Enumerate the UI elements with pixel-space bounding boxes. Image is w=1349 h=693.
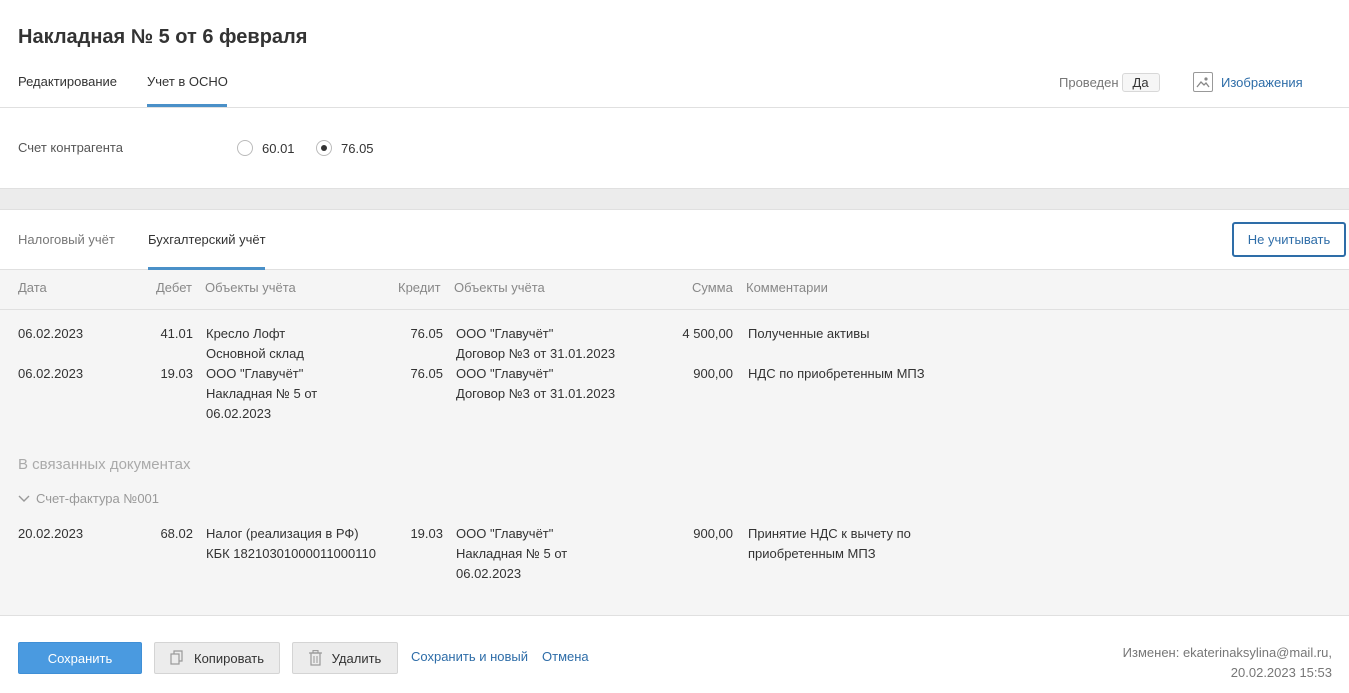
section-divider bbox=[0, 188, 1349, 210]
column-header-debit-objects: Объекты учёта bbox=[205, 280, 296, 295]
column-header-comments: Комментарии bbox=[746, 280, 828, 295]
cell-debit: 41.01 bbox=[160, 326, 193, 341]
cell-comment: НДС по приобретенным МПЗ bbox=[748, 366, 925, 381]
cell-credit-object: Договор №3 от 31.01.2023 bbox=[456, 346, 616, 361]
cell-credit: 76.05 bbox=[410, 326, 443, 341]
modified-date: 20.02.2023 15:53 bbox=[1230, 665, 1332, 680]
image-icon bbox=[1193, 72, 1213, 92]
cell-comment: Принятие НДС к вычету по bbox=[748, 526, 911, 541]
ignore-button[interactable]: Не учитывать bbox=[1232, 222, 1346, 257]
cell-credit-object: 06.02.2023 bbox=[456, 566, 522, 581]
invoice-group-toggle[interactable]: Счет-фактура №001 bbox=[18, 491, 159, 506]
column-header-credit: Кредит bbox=[398, 280, 441, 295]
radio-label: 60.01 bbox=[262, 140, 295, 156]
modified-info: Изменен: ekaterinaksylina@mail.ru, 20.02… bbox=[1123, 643, 1332, 683]
cell-sum: 900,00 bbox=[693, 526, 733, 541]
copy-button[interactable]: Копировать bbox=[154, 642, 280, 674]
cell-sum: 4 500,00 bbox=[682, 326, 733, 341]
entries-table: Дата Дебет Объекты учёта Кредит Объекты … bbox=[0, 270, 1349, 616]
cell-credit: 76.05 bbox=[410, 366, 443, 381]
column-header-date: Дата bbox=[18, 280, 47, 295]
cell-credit: 19.03 bbox=[410, 526, 443, 541]
modified-by: Изменен: ekaterinaksylina@mail.ru, bbox=[1122, 645, 1332, 660]
posted-toggle[interactable]: Да bbox=[1121, 73, 1160, 92]
page-title: Накладная № 5 от 6 февраля bbox=[18, 26, 308, 48]
cell-debit-object: КБК 18210301000011000110 bbox=[206, 546, 376, 561]
account-radio-60-01[interactable]: 60.01 bbox=[237, 140, 295, 156]
tab-osno-accounting[interactable]: Учет в ОСНО bbox=[147, 74, 228, 89]
cell-sum: 900,00 bbox=[693, 366, 733, 381]
counterparty-account-row: Счет контрагента 60.01 76.05 bbox=[0, 108, 1349, 188]
cell-debit-object: Налог (реализация в РФ) bbox=[206, 526, 359, 541]
tab-editing[interactable]: Редактирование bbox=[18, 74, 117, 89]
cell-comment: приобретенным МПЗ bbox=[748, 546, 876, 561]
cell-date: 06.02.2023 bbox=[18, 326, 84, 341]
chevron-down-icon bbox=[18, 495, 30, 502]
tab-bookkeeping[interactable]: Бухгалтерский учёт bbox=[148, 232, 266, 247]
cell-credit-object: ООО "Главучёт" bbox=[456, 366, 554, 381]
cancel-link[interactable]: Отмена bbox=[542, 649, 589, 664]
posted-status: Проведен Да bbox=[1059, 73, 1160, 92]
accounting-subtabs: Налоговый учёт Бухгалтерский учёт Не учи… bbox=[0, 210, 1349, 270]
invoice-label: Счет-фактура №001 bbox=[36, 491, 160, 506]
cell-credit-object: ООО "Главучёт" bbox=[456, 326, 554, 341]
delete-button[interactable]: Удалить bbox=[292, 642, 398, 674]
images-link[interactable]: Изображения bbox=[1193, 72, 1303, 92]
delete-label: Удалить bbox=[331, 650, 382, 666]
column-header-credit-objects: Объекты учёта bbox=[454, 280, 545, 295]
cell-date: 06.02.2023 bbox=[18, 366, 84, 381]
cell-credit-object: Договор №3 от 31.01.2023 bbox=[456, 386, 616, 401]
cell-debit: 68.02 bbox=[160, 526, 193, 541]
active-tab-indicator bbox=[147, 104, 227, 107]
column-header-sum: Сумма bbox=[692, 280, 733, 295]
copy-icon bbox=[170, 650, 183, 665]
cell-debit-object: Кресло Лофт bbox=[206, 326, 286, 341]
counterparty-account-label: Счет контрагента bbox=[18, 140, 123, 155]
footer-actions: Сохранить Копировать Удалить Сохранить и… bbox=[0, 617, 1349, 693]
cell-credit-object: ООО "Главучёт" bbox=[456, 526, 554, 541]
save-button[interactable]: Сохранить bbox=[18, 642, 142, 674]
cell-debit-object: ООО "Главучёт" bbox=[206, 366, 304, 381]
posted-label: Проведен bbox=[1059, 75, 1119, 90]
cell-debit-object: Основной склад bbox=[206, 346, 304, 361]
cell-debit: 19.03 bbox=[160, 366, 193, 381]
account-radio-76-05[interactable]: 76.05 bbox=[316, 140, 374, 156]
header-divider bbox=[0, 309, 1349, 310]
cell-comment: Полученные активы bbox=[748, 326, 870, 341]
save-and-new-link[interactable]: Сохранить и новый bbox=[411, 649, 528, 664]
cell-date: 20.02.2023 bbox=[18, 526, 84, 541]
related-documents-title: В связанных документах bbox=[18, 456, 191, 473]
trash-icon bbox=[308, 650, 322, 666]
copy-label: Копировать bbox=[194, 650, 264, 666]
column-header-debit: Дебет bbox=[156, 280, 192, 295]
tab-tax-accounting[interactable]: Налоговый учёт bbox=[18, 232, 115, 247]
radio-circle-checked[interactable] bbox=[316, 140, 332, 156]
radio-label: 76.05 bbox=[341, 140, 374, 156]
cell-debit-object: 06.02.2023 bbox=[206, 406, 272, 421]
cell-credit-object: Накладная № 5 от bbox=[456, 546, 568, 561]
top-tabs: Редактирование Учет в ОСНО Проведен Да И… bbox=[0, 60, 1349, 108]
images-label: Изображения bbox=[1221, 74, 1303, 90]
cell-debit-object: Накладная № 5 от bbox=[206, 386, 318, 401]
radio-circle[interactable] bbox=[237, 140, 253, 156]
